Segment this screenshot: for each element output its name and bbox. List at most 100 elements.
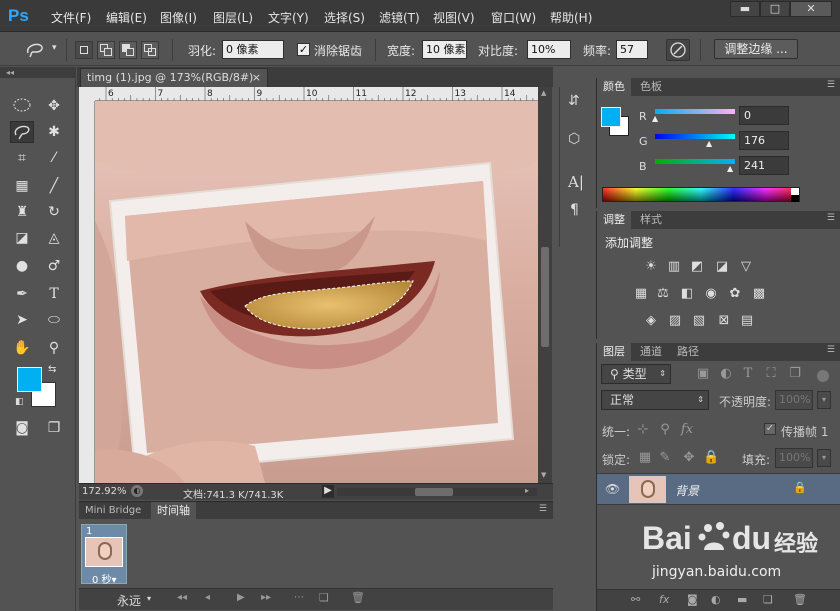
tool-preset-chevron-icon[interactable]: ▾ <box>52 43 57 53</box>
tab-channels[interactable]: 通道 <box>634 343 668 361</box>
collapse-toolbox-icon[interactable]: ◂◂ <box>0 67 76 78</box>
panel-menu-icon[interactable]: ☰ <box>827 80 835 90</box>
fill-chevron-icon[interactable]: ▾ <box>817 449 831 467</box>
invert-icon[interactable]: ◈ <box>643 314 659 328</box>
scroll-down-icon[interactable]: ▼ <box>541 471 546 479</box>
tween-icon[interactable]: ⋯ <box>294 592 304 603</box>
eraser-tool-icon[interactable]: ◪ <box>10 227 34 249</box>
color-foreground-swatch[interactable] <box>601 107 621 127</box>
prev-frame-icon[interactable]: ◂ <box>205 592 210 603</box>
tab-mini-bridge[interactable]: Mini Bridge <box>79 502 147 520</box>
horizontal-ruler[interactable]: 6 7 8 9 10 11 12 13 14 <box>95 87 538 101</box>
h-scroll-thumb[interactable] <box>415 488 453 496</box>
menu-select[interactable]: 选择(S) <box>324 9 365 26</box>
unify-position-icon[interactable]: ⊹ <box>635 423 651 437</box>
r-slider-thumb-icon[interactable]: ▲ <box>652 114 658 123</box>
screen-mode-icon[interactable]: ❐ <box>42 417 66 439</box>
g-input[interactable]: 176 <box>739 131 789 150</box>
menu-window[interactable]: 窗口(W) <box>491 9 536 26</box>
exposure-icon[interactable]: ◪ <box>714 260 730 274</box>
menu-type[interactable]: 文字(Y) <box>268 9 309 26</box>
zoom-level[interactable]: 172.92% <box>82 486 127 497</box>
curves-icon[interactable]: ◩ <box>689 260 705 274</box>
menu-help[interactable]: 帮助(H) <box>550 9 592 26</box>
next-frame-icon[interactable]: ▸▸ <box>261 592 271 603</box>
g-slider-thumb-icon[interactable]: ▲ <box>706 139 712 148</box>
tab-styles[interactable]: 样式 <box>634 211 668 229</box>
filter-kind-dropdown[interactable]: ⚲ 类型 ⇕ <box>601 364 671 384</box>
zoom-tool-icon[interactable]: ⚲ <box>42 337 66 359</box>
tab-timeline[interactable]: 时间轴 <box>151 502 196 520</box>
menu-view[interactable]: 视图(V) <box>433 9 475 26</box>
b-input[interactable]: 241 <box>739 156 789 175</box>
lock-position-icon[interactable]: ✥ <box>681 451 697 465</box>
swap-colors-icon[interactable]: ⇆ <box>48 364 56 375</box>
status-info-icon[interactable]: ◐ <box>131 485 143 497</box>
layer-mask-icon[interactable]: ◙ <box>687 593 698 606</box>
menu-edit[interactable]: 编辑(E) <box>106 9 147 26</box>
scroll-up-icon[interactable]: ▲ <box>541 89 546 97</box>
filter-smart-icon[interactable]: ❐ <box>787 367 803 381</box>
g-slider[interactable] <box>655 134 735 139</box>
frame-delay[interactable]: 0 秒▾ <box>92 571 117 586</box>
3d-panel-icon[interactable]: ⬡ <box>568 131 580 147</box>
levels-icon[interactable]: ▥ <box>666 260 682 274</box>
path-selection-icon[interactable]: ➤ <box>10 309 34 331</box>
scroll-thumb[interactable] <box>541 247 549 347</box>
new-selection-icon[interactable] <box>75 41 93 59</box>
channel-mixer-icon[interactable]: ✿ <box>727 287 743 301</box>
play-icon[interactable]: ▶ <box>237 592 245 603</box>
paint-bucket-icon[interactable]: ◬ <box>42 227 66 249</box>
scroll-right-icon[interactable]: ▸ <box>525 486 529 495</box>
document-tab[interactable]: timg (1).jpg @ 173%(RGB/8#) × <box>80 68 268 87</box>
delete-frame-icon[interactable]: 🗑 <box>351 591 365 604</box>
history-brush-icon[interactable]: ↻ <box>42 201 66 223</box>
duplicate-frame-icon[interactable]: ❏ <box>319 591 329 604</box>
marquee-tool-icon[interactable] <box>10 95 34 117</box>
black-white-icon[interactable]: ◧ <box>679 287 695 301</box>
magic-wand-tool-icon[interactable]: ✱ <box>42 121 66 143</box>
loop-chevron-icon[interactable]: ▾ <box>147 594 151 603</box>
new-group-icon[interactable]: ▬ <box>737 593 747 606</box>
unify-style-icon[interactable]: fx <box>679 423 695 437</box>
layer-style-icon[interactable]: fx <box>659 593 669 606</box>
healing-brush-icon[interactable]: ▦ <box>10 175 34 197</box>
tab-color[interactable]: 颜色 <box>597 78 631 96</box>
status-menu-icon[interactable]: ▶ <box>322 485 334 498</box>
magnetic-lasso-icon[interactable] <box>24 41 46 59</box>
layer-row[interactable]: 👁 背景 🔒 <box>597 473 840 505</box>
filter-adjustment-icon[interactable]: ◐ <box>718 367 734 381</box>
threshold-icon[interactable]: ▧ <box>691 314 707 328</box>
feather-input[interactable]: 0 像素 <box>222 40 284 59</box>
gradient-map-icon[interactable]: ▤ <box>739 314 755 328</box>
close-document-icon[interactable]: × <box>252 69 261 86</box>
new-adjustment-icon[interactable]: ◐ <box>711 593 721 606</box>
subtract-selection-icon[interactable] <box>119 41 137 59</box>
blur-tool-icon[interactable]: ● <box>10 255 34 277</box>
menu-image[interactable]: 图像(I) <box>160 9 197 26</box>
vibrance-icon[interactable]: ▽ <box>738 260 754 274</box>
antialias-checkbox[interactable]: ✓ <box>297 43 310 56</box>
horizontal-scrollbar[interactable] <box>337 488 537 496</box>
color-spectrum-ramp[interactable] <box>602 187 800 202</box>
type-tool-icon[interactable]: T <box>42 283 66 305</box>
ruler-origin[interactable] <box>79 87 95 101</box>
pen-tool-icon[interactable]: ✒ <box>10 283 34 305</box>
lock-pixels-icon[interactable]: ✎ <box>657 451 673 465</box>
menu-layer[interactable]: 图层(L) <box>213 9 253 26</box>
vertical-ruler[interactable] <box>79 101 95 483</box>
refine-edge-button[interactable]: 调整边缘 ... <box>714 39 798 59</box>
hue-saturation-icon[interactable]: ▦ <box>633 287 649 301</box>
foreground-color-swatch[interactable] <box>17 367 42 392</box>
add-selection-icon[interactable] <box>97 41 115 59</box>
first-frame-icon[interactable]: ◂◂ <box>177 592 187 603</box>
link-layers-icon[interactable]: ⚯ <box>631 593 640 606</box>
quick-mask-icon[interactable]: ◙ <box>10 417 34 439</box>
color-balance-icon[interactable]: ⚖ <box>655 287 671 301</box>
brightness-icon[interactable]: ☀ <box>643 260 659 274</box>
panel-menu-icon[interactable]: ☰ <box>539 504 547 514</box>
move-tool-icon[interactable]: ✥ <box>42 95 66 117</box>
close-window-button[interactable]: ✕ <box>790 1 832 17</box>
character-panel-icon[interactable]: A| <box>568 173 584 191</box>
frequency-input[interactable]: 57 <box>616 40 648 59</box>
